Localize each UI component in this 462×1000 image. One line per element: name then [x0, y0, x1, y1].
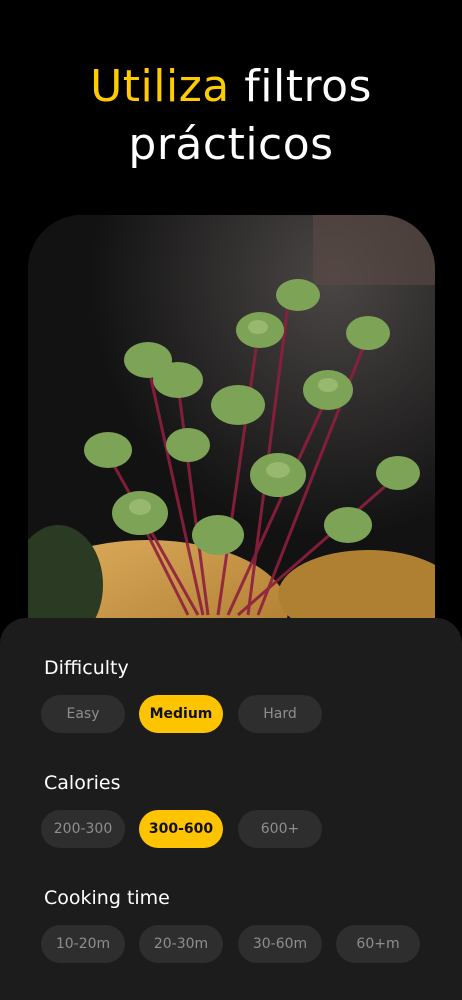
- headline-line-2: prácticos: [128, 119, 334, 170]
- screen: Utiliza filtros prácticos Difficulty Eas…: [0, 0, 462, 1000]
- headline-rest: filtros: [229, 61, 372, 112]
- difficulty-chip-hard[interactable]: Hard: [238, 695, 322, 733]
- headline-accent: Utiliza: [90, 61, 230, 112]
- food-photo: [28, 215, 435, 645]
- cooking-time-chip-10-20m[interactable]: 10-20m: [41, 925, 125, 963]
- cooking-time-title: Cooking time: [44, 887, 170, 909]
- difficulty-chip-easy[interactable]: Easy: [41, 695, 125, 733]
- difficulty-chip-medium[interactable]: Medium: [139, 695, 223, 733]
- headline-line-1: Utiliza filtros: [0, 58, 462, 116]
- calories-title: Calories: [44, 772, 121, 794]
- calories-chip-600-plus[interactable]: 600+: [238, 810, 322, 848]
- difficulty-title: Difficulty: [44, 657, 129, 679]
- calories-chip-200-300[interactable]: 200-300: [41, 810, 125, 848]
- calories-chip-300-600[interactable]: 300-600: [139, 810, 223, 848]
- cooking-time-chip-20-30m[interactable]: 20-30m: [139, 925, 223, 963]
- cooking-time-chip-30-60m[interactable]: 30-60m: [238, 925, 322, 963]
- headline: Utiliza filtros prácticos: [0, 58, 462, 174]
- microgreens-image: [28, 215, 435, 645]
- cooking-time-chip-60-plus-m[interactable]: 60+m: [336, 925, 420, 963]
- filter-panel: Difficulty Easy Medium Hard Calories 200…: [0, 618, 462, 1000]
